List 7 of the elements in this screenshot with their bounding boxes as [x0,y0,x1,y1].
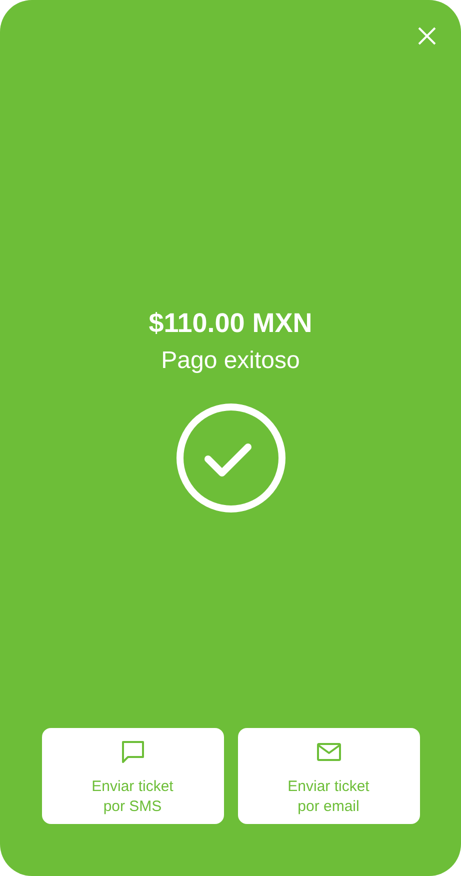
chat-bubble-icon [120,739,146,765]
payment-status: Pago exitoso [161,346,300,376]
close-icon [417,26,437,46]
check-circle-icon [174,402,286,514]
send-ticket-button[interactable]: Enviar ticket por SMS [42,728,224,824]
send-ticket-button[interactable]: Enviar ticket por email [238,728,420,824]
payment-amount: $110.00 MXN [148,307,312,340]
